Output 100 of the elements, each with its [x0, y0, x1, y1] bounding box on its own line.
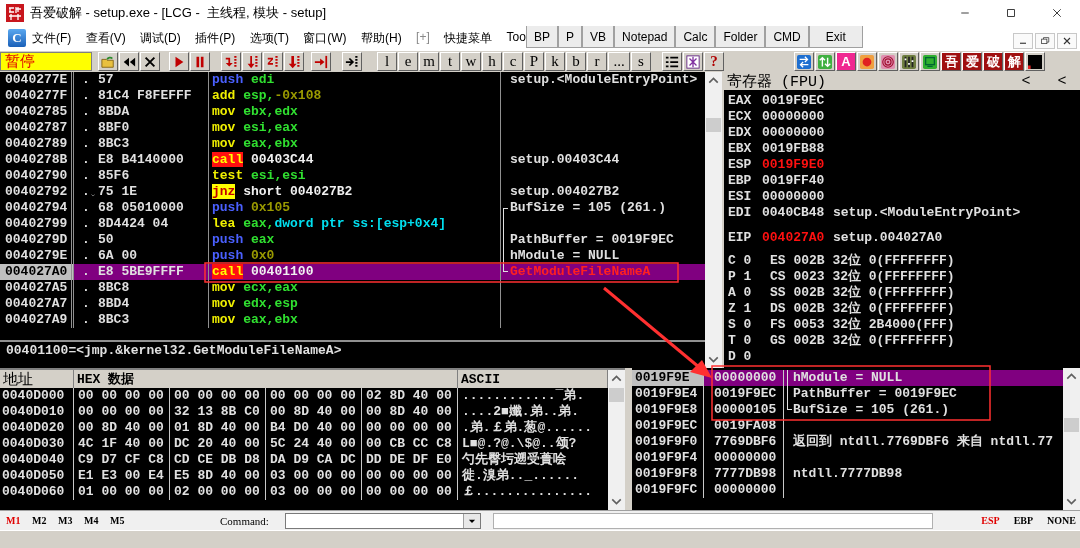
- view-button[interactable]: w: [461, 52, 481, 71]
- address-cell[interactable]: 0040277E: [0, 72, 74, 88]
- view-button[interactable]: c: [503, 52, 523, 71]
- close-button[interactable]: [1057, 33, 1077, 49]
- plugin-button[interactable]: Folder: [715, 26, 766, 48]
- view-button[interactable]: m: [419, 52, 439, 71]
- help-button[interactable]: ?: [704, 52, 724, 71]
- address-cell[interactable]: 0040277F: [0, 88, 74, 104]
- flag-value[interactable]: S 0: [728, 317, 770, 333]
- address-cell[interactable]: 0019F9E8: [632, 402, 704, 418]
- bookmark-tab[interactable]: M5: [110, 515, 136, 526]
- menu-item[interactable]: 插件(P): [195, 29, 236, 47]
- mode-tab[interactable]: NONE: [1047, 515, 1076, 526]
- close-icon[interactable]: [1061, 35, 1073, 47]
- flag-value[interactable]: D 0: [728, 349, 770, 365]
- restore-button[interactable]: [1035, 33, 1055, 49]
- vertical-scrollbar[interactable]: [1063, 368, 1080, 510]
- bookmark-tab[interactable]: M3: [58, 515, 84, 526]
- plugin-button[interactable]: CMD: [765, 26, 809, 48]
- address-cell[interactable]: 0019F9F0: [632, 434, 704, 450]
- register-value[interactable]: 0019FB88: [762, 141, 833, 157]
- address-cell[interactable]: 00402790: [0, 168, 74, 184]
- view-button[interactable]: ...: [608, 52, 630, 71]
- address-cell[interactable]: 0019F9F4: [632, 450, 704, 466]
- menu-item[interactable]: 调试(D): [140, 29, 181, 47]
- view-button[interactable]: b: [566, 52, 586, 71]
- register-value[interactable]: 0019F9E0: [762, 157, 833, 173]
- value-cell: 7769DBF6: [704, 434, 784, 450]
- restore-icon[interactable]: [1039, 35, 1051, 47]
- flag-value[interactable]: Z 1: [728, 301, 770, 317]
- address-cell[interactable]: 00402794: [0, 200, 74, 216]
- address-cell[interactable]: 00402787: [0, 120, 74, 136]
- register-value[interactable]: 0019F9EC: [762, 93, 833, 109]
- register-value[interactable]: 0019FF40: [762, 173, 833, 189]
- view-button[interactable]: P: [524, 52, 544, 71]
- bookmark-tab[interactable]: M4: [84, 515, 110, 526]
- brand-button[interactable]: 破: [983, 52, 1003, 71]
- maximize-icon[interactable]: [1005, 7, 1017, 19]
- view-button[interactable]: s: [631, 52, 651, 71]
- plugin-button[interactable]: VB: [582, 26, 615, 48]
- collapse-button[interactable]: <: [1044, 72, 1080, 90]
- register-value[interactable]: 00000000: [762, 125, 833, 141]
- view-button[interactable]: h: [482, 52, 502, 71]
- plugin-button[interactable]: Notepad: [614, 26, 676, 48]
- brand-button[interactable]: 爱: [962, 52, 982, 71]
- view-button[interactable]: e: [398, 52, 418, 71]
- bookmark-tab[interactable]: M1: [6, 515, 32, 526]
- brand-button[interactable]: 解: [1004, 52, 1024, 71]
- mode-tab[interactable]: EBP: [1013, 515, 1034, 526]
- scrollbar-thumb[interactable]: [1064, 418, 1079, 432]
- menu-item[interactable]: Too: [506, 29, 526, 47]
- address-cell[interactable]: 004027A0: [0, 264, 74, 280]
- command-field[interactable]: [285, 512, 481, 529]
- address-cell[interactable]: 0019F9E4: [632, 386, 704, 402]
- collapse-button[interactable]: <: [1008, 72, 1044, 90]
- address-cell[interactable]: 00402789: [0, 136, 74, 152]
- menu-item[interactable]: 查看(V): [85, 29, 126, 47]
- register-value[interactable]: 00000000: [762, 109, 833, 125]
- address-cell[interactable]: 00402799: [0, 216, 74, 232]
- address-cell[interactable]: 0019F9FC: [632, 482, 704, 498]
- view-button[interactable]: r: [587, 52, 607, 71]
- view-button[interactable]: t: [440, 52, 460, 71]
- address-cell[interactable]: 0040278B: [0, 152, 74, 168]
- scrollbar-thumb[interactable]: [706, 118, 721, 132]
- plugin-button[interactable]: P: [558, 26, 583, 48]
- flag-value[interactable]: A 0: [728, 285, 770, 301]
- close-icon[interactable]: [1051, 7, 1063, 19]
- plugin-button[interactable]: Calc: [675, 26, 716, 48]
- scrollbar-thumb[interactable]: [609, 388, 624, 402]
- tool-button[interactable]: A: [836, 52, 856, 71]
- address-cell[interactable]: 0019F9E: [632, 370, 704, 386]
- address-cell[interactable]: 00402792: [0, 184, 74, 200]
- brand-button[interactable]: 吾: [941, 52, 961, 71]
- address-cell[interactable]: 0019F9EC: [632, 418, 704, 434]
- register-value[interactable]: 00000000: [762, 189, 833, 205]
- address-cell[interactable]: 0040279D: [0, 232, 74, 248]
- plugin-button[interactable]: Exit: [808, 26, 863, 48]
- address-cell[interactable]: 004027A7: [0, 296, 74, 312]
- flag-value[interactable]: T 0: [728, 333, 770, 349]
- flag-value[interactable]: P 1: [728, 269, 770, 285]
- menu-item[interactable]: 文件(F): [32, 29, 72, 47]
- bookmark-tab[interactable]: M2: [32, 515, 58, 526]
- flag-value[interactable]: C 0: [728, 253, 770, 269]
- address-cell[interactable]: 004027A5: [0, 280, 74, 296]
- address-cell[interactable]: 0019F9F8: [632, 466, 704, 482]
- view-button[interactable]: k: [545, 52, 565, 71]
- mode-tab[interactable]: ESP: [981, 515, 1000, 526]
- input-field[interactable]: [493, 512, 933, 529]
- menu-item[interactable]: 窗口(W): [303, 29, 347, 47]
- vertical-scrollbar[interactable]: [705, 72, 722, 368]
- register-value[interactable]: 0040CB48: [762, 205, 833, 221]
- register-value[interactable]: 004027A0: [762, 230, 833, 246]
- address-cell[interactable]: 004027A9: [0, 312, 74, 328]
- view-button[interactable]: l: [377, 52, 397, 71]
- plugin-button[interactable]: BP: [526, 26, 558, 48]
- vertical-scrollbar[interactable]: [608, 370, 625, 510]
- menu-item[interactable]: 快捷菜单: [444, 29, 493, 47]
- address-cell[interactable]: 00402785: [0, 104, 74, 120]
- menu-item[interactable]: 帮助(H): [361, 29, 402, 47]
- menu-item[interactable]: 选项(T): [249, 29, 289, 47]
